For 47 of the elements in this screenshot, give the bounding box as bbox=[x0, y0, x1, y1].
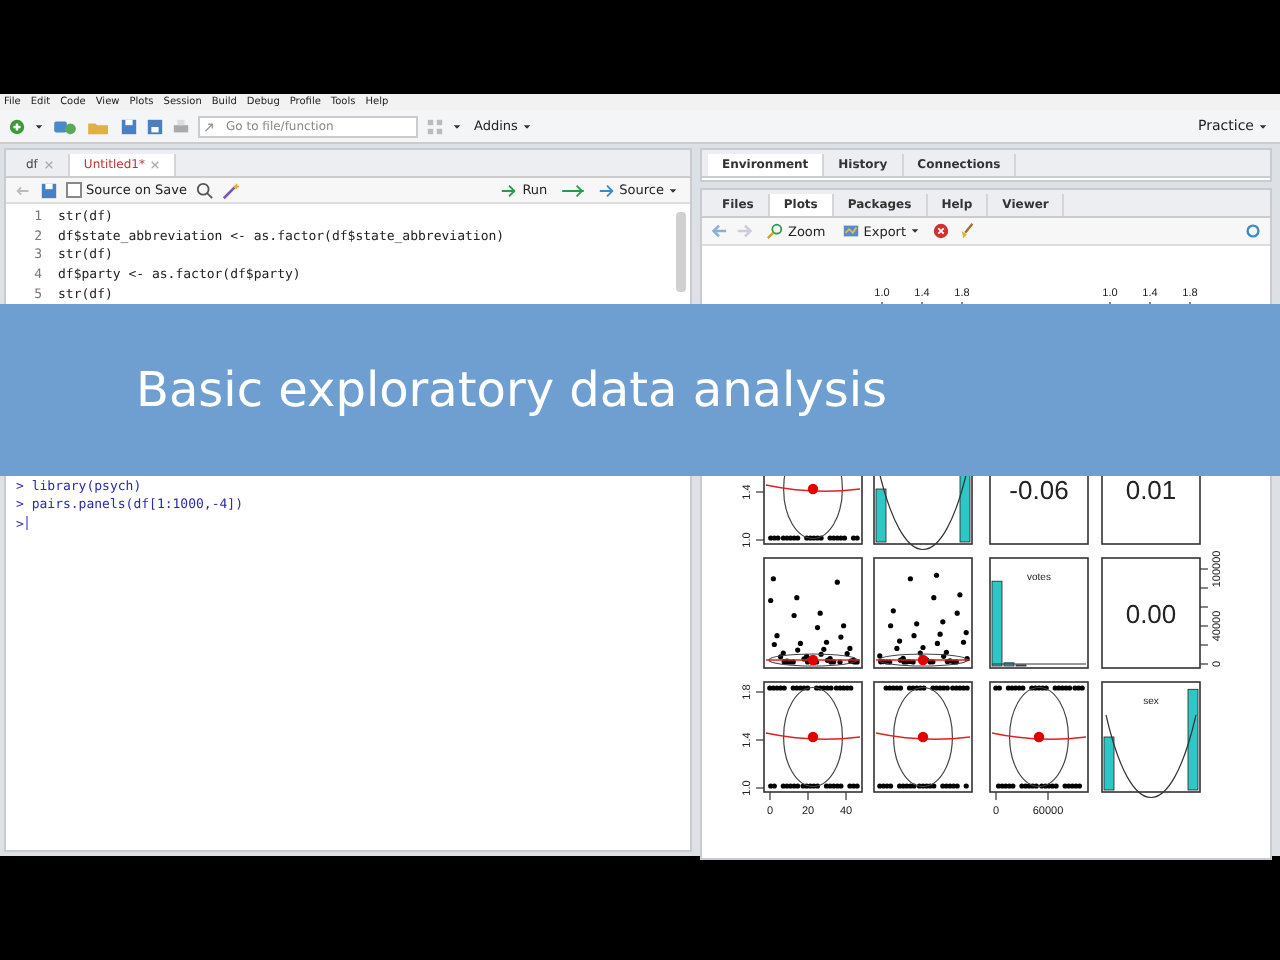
folder-icon[interactable] bbox=[86, 117, 112, 135]
save-icon[interactable] bbox=[120, 117, 138, 135]
rerun-icon[interactable] bbox=[559, 181, 586, 199]
correlation-panel bbox=[1101, 557, 1201, 669]
arrow-icon bbox=[597, 181, 616, 199]
new-file-icon[interactable] bbox=[8, 117, 26, 135]
project-icon[interactable] bbox=[52, 117, 78, 135]
save-icon[interactable] bbox=[40, 181, 58, 199]
wand-icon[interactable] bbox=[221, 181, 240, 199]
correlation-value: -0.06 bbox=[1009, 475, 1069, 505]
close-icon[interactable] bbox=[150, 160, 161, 170]
magnifier-icon bbox=[766, 222, 784, 240]
image-icon bbox=[841, 222, 860, 240]
correlation-value: 0.01 bbox=[1125, 475, 1177, 505]
banner-title: Basic exploratory data analysis bbox=[136, 362, 888, 418]
remove-icon[interactable] bbox=[932, 222, 951, 240]
scrollbar[interactable] bbox=[676, 212, 686, 292]
save-all-icon[interactable] bbox=[146, 117, 164, 135]
refresh-icon[interactable] bbox=[1244, 222, 1262, 240]
back-arrow-icon[interactable] bbox=[710, 222, 728, 240]
back-icon[interactable] bbox=[14, 181, 32, 199]
scatter-panel bbox=[763, 681, 863, 793]
histogram-panel bbox=[1101, 681, 1201, 799]
close-icon[interactable] bbox=[43, 160, 54, 170]
scatter-panel bbox=[873, 681, 973, 793]
axis-ticks bbox=[995, 791, 1049, 801]
caret-icon bbox=[668, 185, 678, 195]
scatter-panel bbox=[763, 557, 863, 669]
caret-icon[interactable] bbox=[34, 121, 44, 131]
caret-icon bbox=[521, 121, 532, 131]
text-cursor bbox=[25, 516, 28, 531]
broom-icon[interactable] bbox=[958, 222, 977, 240]
axis-ticks bbox=[755, 691, 765, 789]
axis-ticks bbox=[769, 791, 847, 801]
scatter-panel bbox=[989, 681, 1089, 793]
caret-icon bbox=[1258, 121, 1268, 131]
histogram-panel bbox=[989, 557, 1089, 669]
correlation-value: 0.00 bbox=[1125, 599, 1177, 629]
arrow-icon bbox=[500, 181, 519, 199]
print-icon[interactable] bbox=[172, 117, 190, 135]
caret-icon bbox=[910, 226, 921, 236]
grid-icon[interactable] bbox=[426, 117, 444, 135]
caret-icon[interactable] bbox=[452, 121, 462, 131]
search-icon[interactable] bbox=[195, 181, 214, 199]
axis-ticks bbox=[1199, 568, 1209, 665]
scatter-panel bbox=[873, 557, 973, 669]
arrow-icon bbox=[204, 119, 218, 133]
